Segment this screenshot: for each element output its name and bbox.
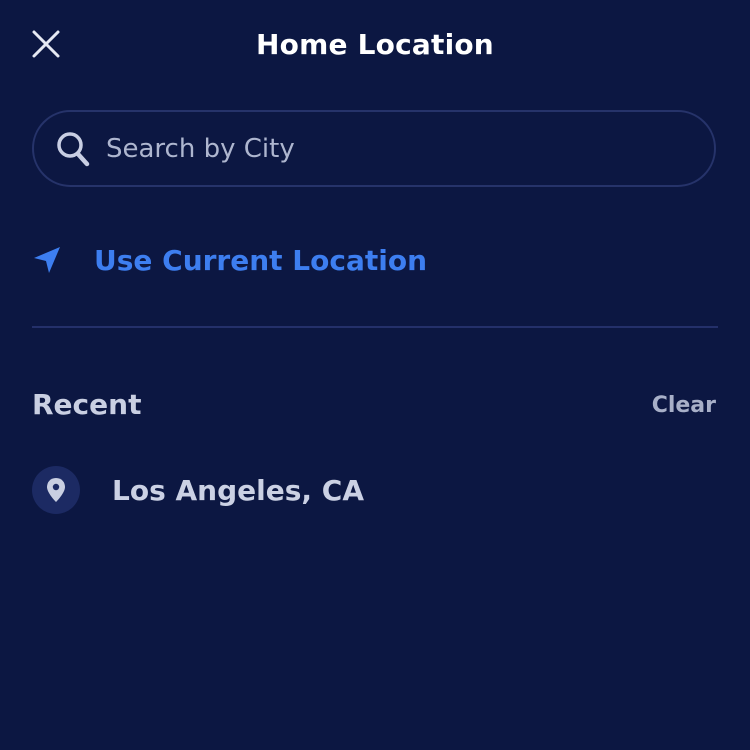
search-box[interactable] (32, 110, 716, 187)
search-icon (56, 131, 90, 167)
recent-heading: Recent (32, 388, 142, 421)
location-arrow-icon (32, 244, 64, 276)
page-title: Home Location (256, 28, 494, 61)
use-current-location-button[interactable]: Use Current Location (32, 240, 427, 280)
clear-button[interactable]: Clear (652, 393, 716, 418)
use-current-location-label: Use Current Location (94, 243, 428, 277)
divider (32, 326, 718, 328)
search-input[interactable] (104, 132, 668, 165)
recent-item-label: Los Angeles, CA (112, 473, 364, 507)
list-item[interactable]: Los Angeles, CA (32, 466, 364, 514)
map-pin-icon (32, 466, 80, 514)
